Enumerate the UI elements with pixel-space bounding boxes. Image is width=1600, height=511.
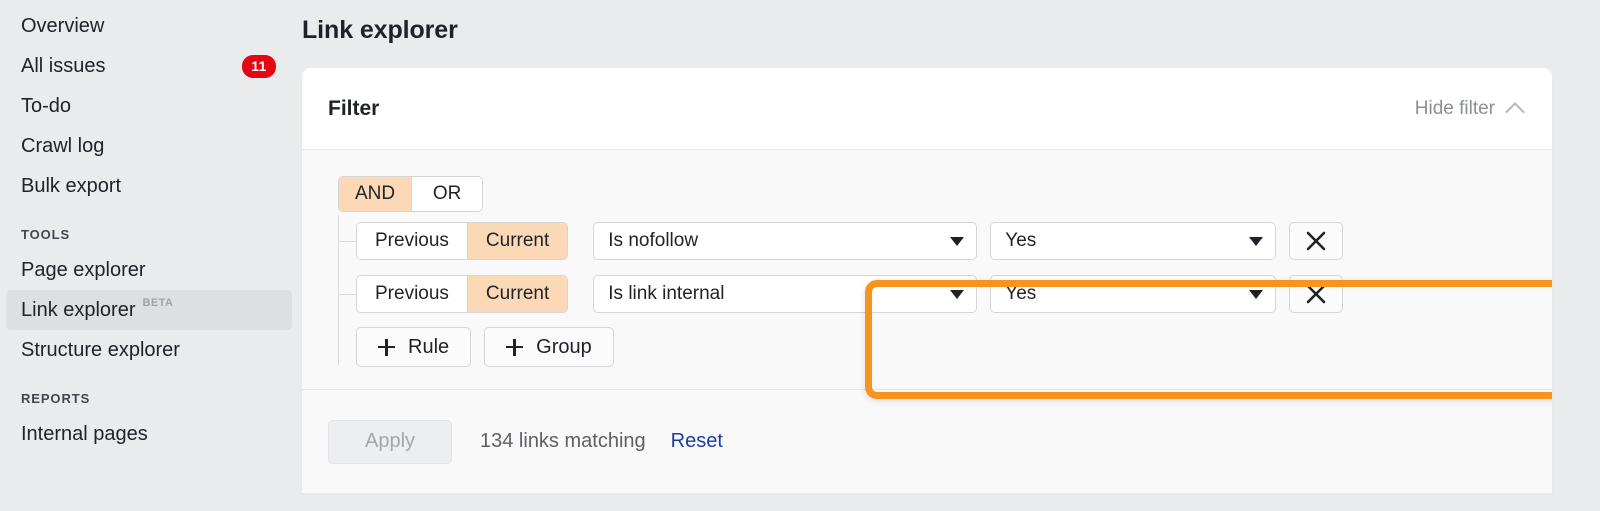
- remove-rule-button[interactable]: [1289, 275, 1343, 313]
- sidebar-item-label: Crawl log: [21, 136, 104, 156]
- sidebar-section-reports: REPORTS: [6, 388, 302, 408]
- hide-filter-button[interactable]: Hide filter: [1415, 98, 1524, 120]
- rule-value-text: Yes: [1005, 283, 1036, 305]
- close-icon: [1304, 229, 1328, 253]
- rule-condition-value: Is link internal: [608, 283, 724, 305]
- sidebar-item-all-issues[interactable]: All issues 11: [6, 46, 292, 86]
- sidebar-item-label: Page explorer: [21, 260, 146, 280]
- rule-condition-select[interactable]: Is nofollow: [593, 222, 977, 260]
- sidebar-section-tools: TOOLS: [6, 224, 302, 244]
- sidebar-item-label: Structure explorer: [21, 340, 180, 360]
- sidebar-item-page-explorer[interactable]: Page explorer: [6, 250, 292, 290]
- match-count-text: 134 links matching: [480, 430, 646, 453]
- scope-option-previous[interactable]: Previous: [357, 276, 468, 312]
- rule-row: Previous Current Is nofollow Yes: [356, 221, 1526, 261]
- sidebar-item-bulk-export[interactable]: Bulk export: [6, 166, 292, 206]
- add-rule-button[interactable]: Rule: [356, 327, 471, 367]
- sidebar-item-overview[interactable]: Overview: [6, 6, 292, 46]
- chevron-down-icon: [950, 237, 964, 246]
- remove-rule-button[interactable]: [1289, 222, 1343, 260]
- rule-value-text: Yes: [1005, 230, 1036, 252]
- add-group-button[interactable]: Group: [484, 327, 614, 367]
- rule-value-select[interactable]: Yes: [990, 275, 1276, 313]
- sidebar-item-link-explorer[interactable]: Link explorer BETA: [6, 290, 292, 330]
- sidebar-item-label: Bulk export: [21, 176, 121, 196]
- sidebar-item-internal-pages[interactable]: Internal pages: [6, 414, 292, 454]
- plus-icon: [378, 339, 395, 356]
- sidebar: Overview All issues 11 To-do Crawl log B…: [0, 0, 302, 511]
- filter-card-body: AND OR Previous Current Is nofollow: [302, 149, 1552, 389]
- close-icon: [1304, 282, 1328, 306]
- add-buttons-row: Rule Group: [356, 327, 1526, 367]
- beta-badge: BETA: [143, 297, 174, 309]
- chevron-up-icon: [1507, 100, 1524, 117]
- scope-option-current[interactable]: Current: [468, 223, 567, 259]
- rule-value-select[interactable]: Yes: [990, 222, 1276, 260]
- sidebar-item-to-do[interactable]: To-do: [6, 86, 292, 126]
- logic-option-and[interactable]: AND: [339, 177, 412, 211]
- rules-list: Previous Current Is nofollow Yes: [338, 221, 1526, 314]
- sidebar-item-label: Link explorer: [21, 300, 136, 320]
- sidebar-item-label: Overview: [21, 16, 104, 36]
- logic-toggle-row: AND OR: [338, 176, 1526, 212]
- rule-row: Previous Current Is link internal Yes: [356, 274, 1526, 314]
- scope-option-current[interactable]: Current: [468, 276, 567, 312]
- apply-button[interactable]: Apply: [328, 420, 452, 464]
- sidebar-item-crawl-log[interactable]: Crawl log: [6, 126, 292, 166]
- sidebar-item-label: All issues: [21, 56, 105, 76]
- chevron-down-icon: [1249, 237, 1263, 246]
- main-content: Link explorer Filter Hide filter AND OR: [302, 0, 1600, 511]
- hide-filter-label: Hide filter: [1415, 98, 1495, 120]
- add-group-label: Group: [536, 336, 592, 359]
- filter-title: Filter: [328, 97, 379, 121]
- scope-option-previous[interactable]: Previous: [357, 223, 468, 259]
- app-root: Overview All issues 11 To-do Crawl log B…: [0, 0, 1600, 511]
- rule-condition-value: Is nofollow: [608, 230, 698, 252]
- page-title: Link explorer: [302, 0, 1600, 45]
- plus-icon: [506, 339, 523, 356]
- logic-toggle[interactable]: AND OR: [338, 176, 483, 212]
- logic-option-or[interactable]: OR: [412, 177, 482, 211]
- filter-card-footer: Apply 134 links matching Reset: [302, 389, 1552, 493]
- filter-card-header: Filter Hide filter: [302, 68, 1552, 149]
- add-rule-label: Rule: [408, 336, 449, 359]
- rule-scope-toggle[interactable]: Previous Current: [356, 222, 568, 260]
- chevron-down-icon: [1249, 290, 1263, 299]
- rule-scope-toggle[interactable]: Previous Current: [356, 275, 568, 313]
- sidebar-item-label: To-do: [21, 96, 71, 116]
- rule-condition-select[interactable]: Is link internal: [593, 275, 977, 313]
- filter-card: Filter Hide filter AND OR: [302, 68, 1552, 493]
- reset-link[interactable]: Reset: [671, 430, 723, 453]
- chevron-down-icon: [950, 290, 964, 299]
- sidebar-item-structure-explorer[interactable]: Structure explorer: [6, 330, 292, 370]
- issues-count-badge: 11: [242, 55, 276, 78]
- sidebar-item-label: Internal pages: [21, 424, 148, 444]
